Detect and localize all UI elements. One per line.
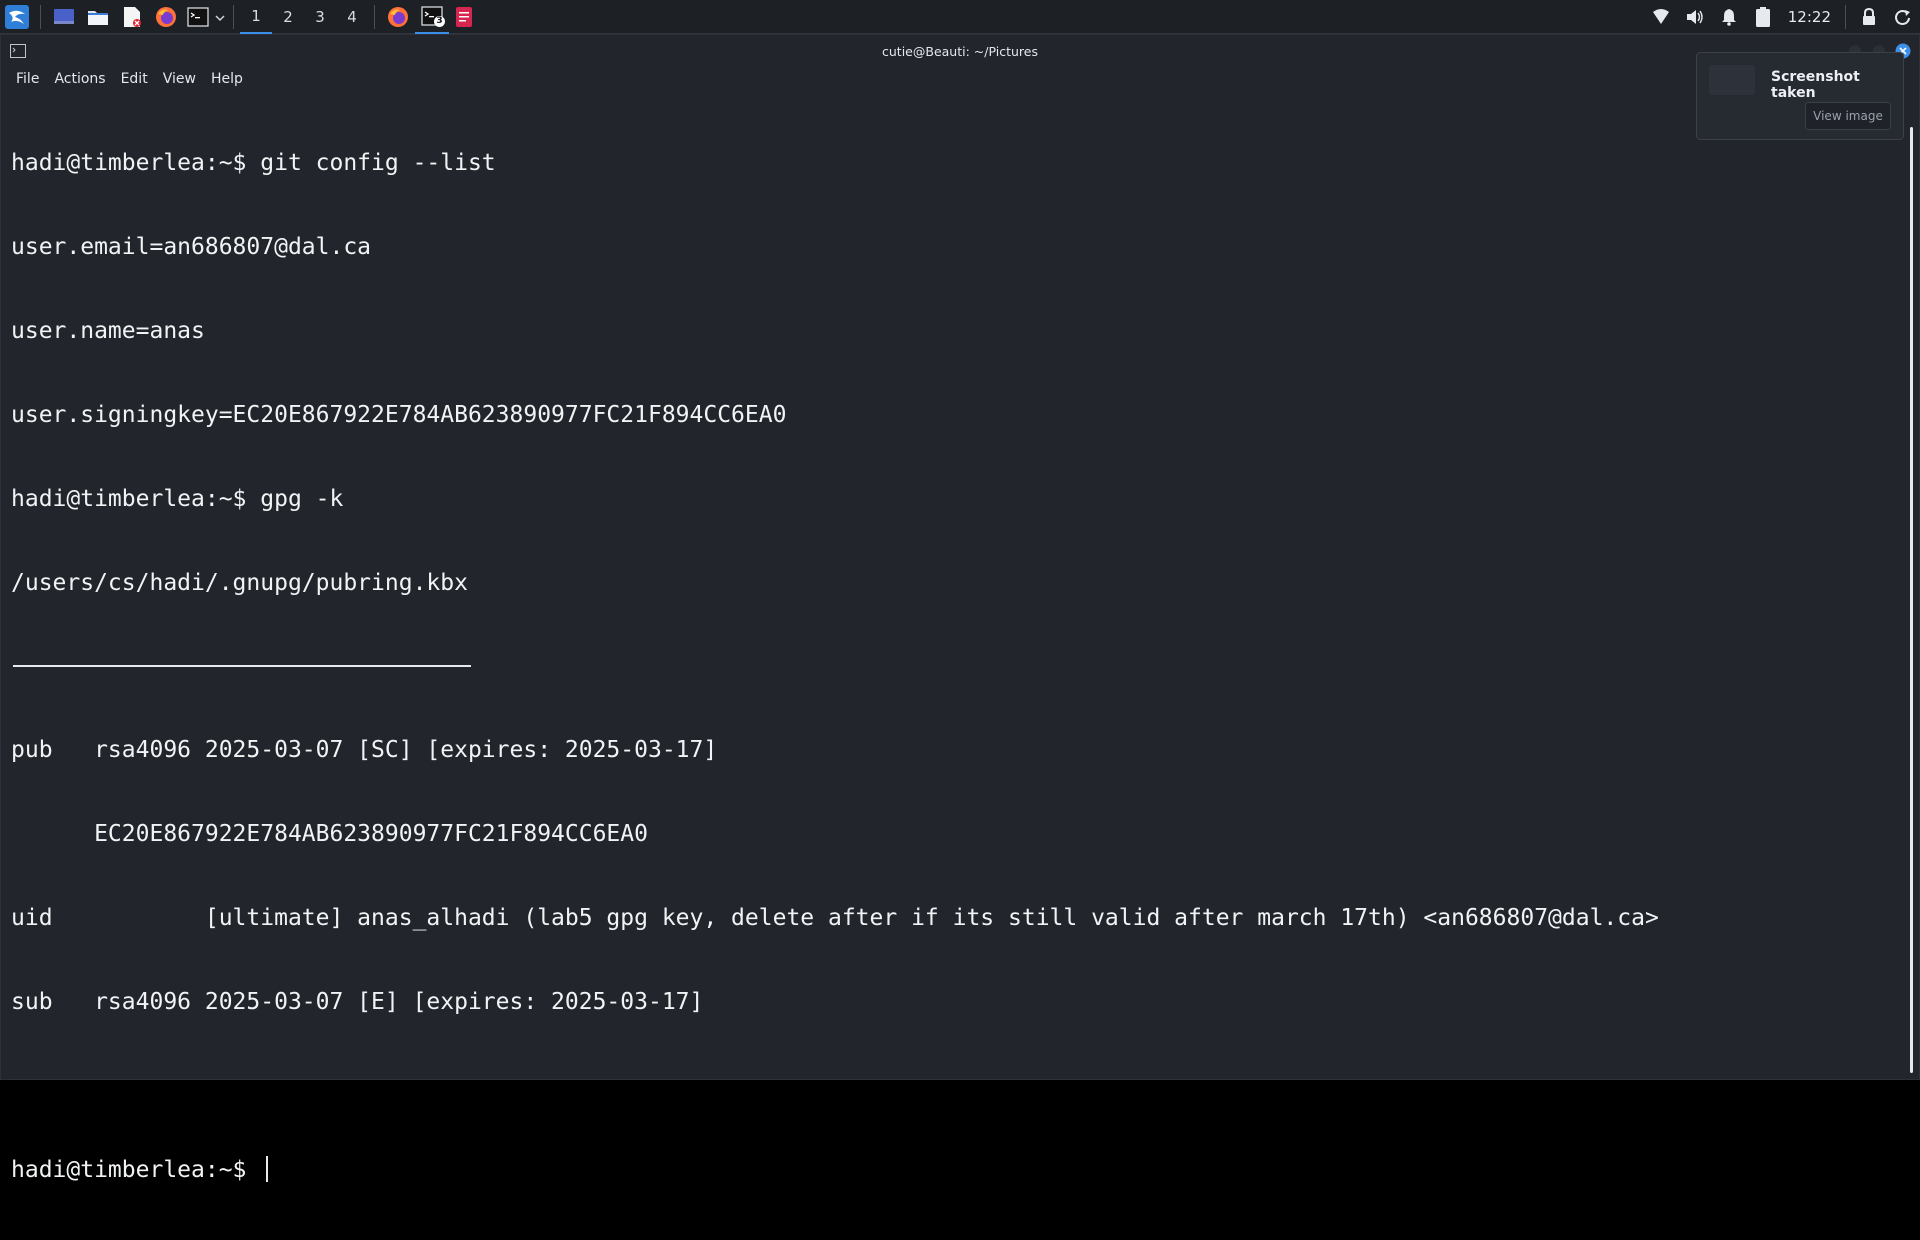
menu-view[interactable]: View bbox=[156, 71, 204, 87]
task-notes[interactable] bbox=[449, 0, 479, 34]
firefox-icon bbox=[384, 3, 412, 31]
firefox-launcher[interactable] bbox=[149, 0, 183, 34]
menu-file[interactable]: File bbox=[9, 71, 47, 87]
scrollbar[interactable] bbox=[1910, 127, 1913, 1073]
file-manager-button[interactable] bbox=[81, 0, 115, 34]
key-line: sub rsa4096 2025-03-07 [E] [expires: 202… bbox=[11, 989, 704, 1015]
launcher-dropdown[interactable] bbox=[213, 0, 227, 34]
window-titlebar[interactable]: cutie@Beauti: ~/Pictures bbox=[1, 35, 1919, 67]
terminal-line: user.email=an686807@dal.ca bbox=[11, 234, 372, 260]
terminal-line: hadi@timberlea:~$ git config --list bbox=[11, 150, 496, 176]
file-manager-icon bbox=[84, 3, 112, 31]
view-image-button[interactable]: View image bbox=[1805, 102, 1891, 130]
menubar: File Actions Edit View Help bbox=[1, 67, 1919, 91]
terminal-window-icon[interactable] bbox=[10, 43, 26, 62]
workspace-1[interactable]: 1 bbox=[240, 0, 272, 34]
kali-menu-button[interactable] bbox=[0, 0, 34, 34]
taskbar-separator bbox=[233, 4, 234, 29]
window-title: cutie@Beauti: ~/Pictures bbox=[882, 43, 1038, 59]
terminal-line: hadi@timberlea:~$ gpg -k bbox=[11, 486, 344, 512]
menu-edit[interactable]: Edit bbox=[114, 71, 156, 87]
screenshot-thumbnail[interactable] bbox=[1709, 65, 1755, 95]
task-terminal[interactable]: 3 bbox=[415, 0, 449, 34]
kali-menu-icon bbox=[3, 3, 31, 31]
workspace-2[interactable]: 2 bbox=[272, 0, 304, 34]
shell-prompt: hadi@timberlea:~$ bbox=[11, 1157, 261, 1183]
power-icon[interactable] bbox=[1886, 3, 1920, 31]
menu-actions[interactable]: Actions bbox=[47, 71, 113, 87]
key-line: pub rsa4096 2025-03-07 [SC] [expires: 20… bbox=[11, 737, 718, 763]
workspace-4[interactable]: 4 bbox=[336, 0, 368, 34]
keyring-separator-rule bbox=[13, 665, 471, 667]
terminal-window: cutie@Beauti: ~/Pictures File Actions Ed… bbox=[0, 34, 1920, 1183]
menu-help[interactable]: Help bbox=[204, 71, 251, 87]
taskbar-separator bbox=[1845, 5, 1846, 29]
terminal-window-count-badge: 3 bbox=[434, 15, 445, 27]
chevron-down-icon bbox=[215, 7, 225, 26]
taskbar-separator bbox=[40, 4, 41, 29]
terminal-line: user.signingkey=EC20E867922E784AB6238909… bbox=[11, 402, 787, 428]
terminal-launcher[interactable] bbox=[183, 0, 213, 34]
prompt-line[interactable]: hadi@timberlea:~$ bbox=[11, 1156, 1905, 1184]
terminal-line: /users/cs/hadi/.gnupg/pubring.kbx bbox=[11, 570, 468, 596]
notes-app-icon bbox=[450, 3, 478, 31]
taskbar-separator bbox=[374, 4, 375, 29]
lock-icon[interactable] bbox=[1852, 3, 1886, 31]
task-firefox[interactable] bbox=[381, 0, 415, 34]
taskbar: 1 2 3 4 3 12:22 bbox=[0, 0, 1920, 34]
clock[interactable]: 12:22 bbox=[1780, 8, 1839, 26]
notification-title: Screenshot taken bbox=[1771, 69, 1860, 101]
terminal-output[interactable]: hadi@timberlea:~$ git config --list user… bbox=[11, 93, 1905, 1183]
wifi-icon[interactable] bbox=[1644, 3, 1678, 31]
workspace-3[interactable]: 3 bbox=[304, 0, 336, 34]
firefox-icon bbox=[152, 3, 180, 31]
system-tray: 12:22 bbox=[1644, 0, 1920, 34]
show-desktop-icon bbox=[50, 3, 78, 31]
key-line: uid [ultimate] anas_alhadi (lab5 gpg key… bbox=[11, 905, 1659, 931]
terminal-line: user.name=anas bbox=[11, 318, 205, 344]
text-cursor bbox=[266, 1156, 269, 1182]
screenshot-notification[interactable]: Screenshot taken View image bbox=[1696, 52, 1904, 140]
show-desktop-button[interactable] bbox=[47, 0, 81, 34]
volume-icon[interactable] bbox=[1678, 3, 1712, 31]
text-editor-button[interactable] bbox=[115, 0, 149, 34]
text-editor-icon bbox=[118, 3, 146, 31]
key-line: EC20E867922E784AB623890977FC21F894CC6EA0 bbox=[11, 821, 648, 847]
bell-icon[interactable] bbox=[1712, 3, 1746, 31]
terminal-icon bbox=[184, 3, 212, 31]
battery-icon[interactable] bbox=[1746, 3, 1780, 31]
